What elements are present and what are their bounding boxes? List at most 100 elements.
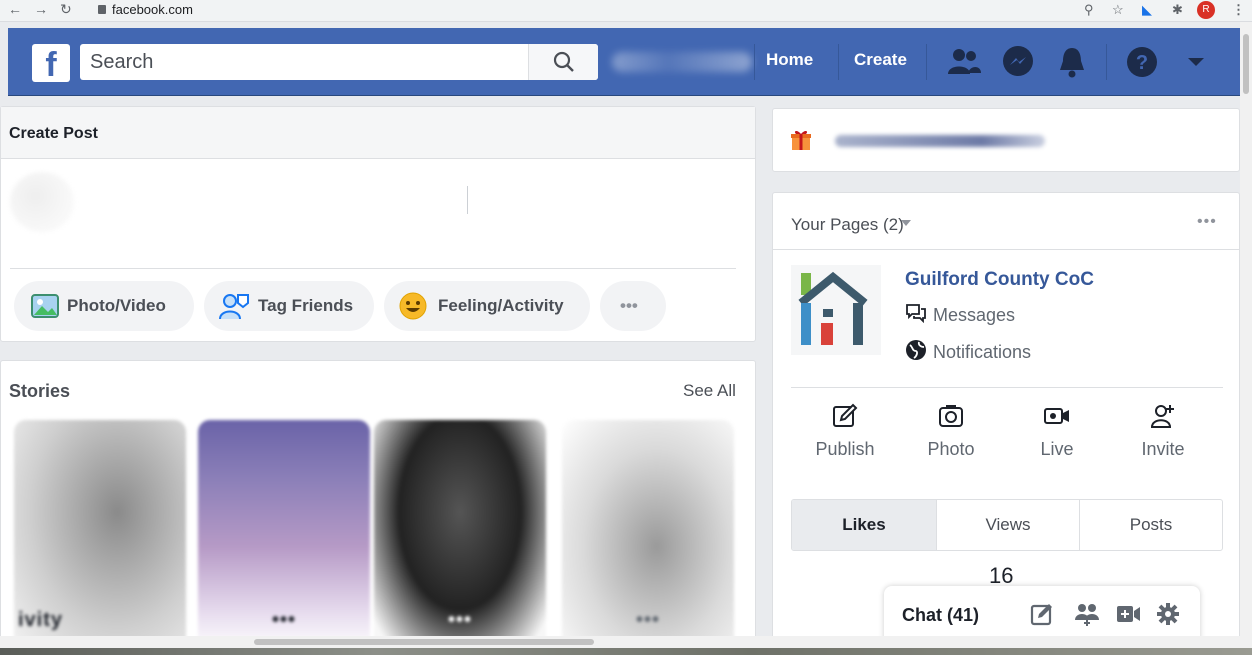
live-button[interactable]: Live	[1007, 403, 1107, 460]
see-all-link[interactable]: See All	[683, 381, 736, 401]
invite-button[interactable]: Invite	[1113, 403, 1213, 460]
vertical-scrollbar[interactable]	[1240, 22, 1252, 648]
chevron-down-icon[interactable]	[901, 220, 911, 226]
desktop-background-strip	[0, 648, 1252, 655]
publish-button[interactable]: Publish	[795, 403, 895, 460]
story-more-icon[interactable]: •••	[374, 609, 546, 632]
story-card[interactable]: •••	[198, 420, 370, 650]
photo-button[interactable]: Photo	[901, 403, 1001, 460]
user-avatar	[10, 172, 74, 232]
tab-likes[interactable]: Likes	[792, 500, 936, 550]
video-call-icon[interactable]	[1116, 602, 1142, 626]
tag-friends-button[interactable]: Tag Friends	[204, 281, 374, 331]
composer-divider	[10, 268, 736, 269]
more-options-icon[interactable]: •••	[1197, 213, 1217, 231]
photo-icon	[31, 294, 59, 318]
live-video-icon	[1044, 408, 1069, 424]
divider	[773, 249, 1239, 250]
svg-text:?: ?	[1136, 52, 1148, 74]
messenger-icon[interactable]	[1000, 44, 1036, 80]
search-input[interactable]	[90, 48, 520, 76]
chat-label: Chat (41)	[902, 605, 980, 625]
new-message-icon[interactable]	[1030, 602, 1054, 626]
account-menu-icon[interactable]	[1184, 44, 1220, 80]
facebook-logo[interactable]: f	[32, 44, 70, 82]
page-logo[interactable]	[791, 265, 881, 355]
search-box	[80, 44, 598, 80]
feeling-activity-label: Feeling/Activity	[438, 296, 564, 315]
birthday-card[interactable]	[772, 108, 1240, 172]
gift-icon	[791, 130, 811, 150]
composer-input[interactable]	[467, 186, 468, 214]
search-icon	[553, 51, 574, 72]
publish-label: Publish	[815, 439, 875, 459]
forward-arrow-icon[interactable]: →	[34, 1, 48, 17]
lock-icon	[98, 5, 106, 14]
zoom-icon[interactable]: ⚲	[1084, 2, 1094, 18]
nav-divider	[1106, 44, 1107, 80]
page-notifications-link[interactable]: Notifications	[905, 339, 1031, 366]
friend-requests-icon[interactable]	[946, 44, 982, 80]
story-more-icon[interactable]: •••	[198, 609, 370, 632]
messages-label: Messages	[933, 305, 1016, 325]
stories-title: Stories	[9, 381, 71, 401]
nav-home-link[interactable]: Home	[766, 50, 813, 70]
insights-tabs: Likes Views Posts	[791, 499, 1223, 551]
notifications-bell-icon[interactable]	[1054, 44, 1090, 80]
story-card[interactable]: •••	[562, 420, 734, 650]
your-pages-card: Your Pages (2) ••• Guilford County CoC M…	[772, 192, 1240, 642]
profile-avatar[interactable]: R	[1197, 1, 1215, 19]
camera-icon	[939, 405, 963, 427]
extension-icon[interactable]: ◣	[1142, 2, 1152, 18]
story-label: ivity	[18, 609, 64, 631]
story-card[interactable]: •••	[374, 420, 546, 650]
divider	[791, 387, 1223, 388]
notifications-label: Notifications	[933, 342, 1032, 362]
tag-friends-icon	[219, 294, 249, 320]
photo-video-label: Photo/Video	[67, 296, 166, 315]
back-arrow-icon[interactable]: ←	[8, 1, 22, 17]
group-chat-icon[interactable]	[1074, 602, 1100, 626]
scrollbar-thumb[interactable]	[1243, 34, 1249, 94]
compose-icon	[833, 403, 858, 427]
address-bar[interactable]: facebook.com	[112, 2, 193, 17]
page-messages-link[interactable]: Messages	[905, 303, 1015, 328]
messages-icon	[906, 304, 926, 324]
feeling-activity-button[interactable]: Feeling/Activity	[384, 281, 590, 331]
facebook-top-bar: f Home Create ?	[8, 28, 1240, 96]
live-label: Live	[1040, 439, 1074, 459]
photo-video-button[interactable]: Photo/Video	[14, 281, 194, 331]
create-post-title: Create Post	[9, 125, 98, 142]
scrollbar-thumb[interactable]	[254, 639, 594, 645]
reload-icon[interactable]: ↻	[60, 1, 72, 18]
nav-create-link[interactable]: Create	[854, 50, 907, 70]
add-person-icon	[1150, 405, 1174, 428]
nav-divider	[838, 44, 839, 80]
browser-toolbar: ← → ↻ facebook.com ⚲ ☆ ◣ ✱ R ⋮	[0, 0, 1252, 22]
story-more-icon[interactable]: •••	[562, 609, 734, 632]
bookmark-star-icon[interactable]: ☆	[1112, 2, 1124, 18]
your-pages-title[interactable]: Your Pages (2)	[791, 215, 904, 235]
create-post-header: Create Post	[1, 107, 755, 159]
extensions-puzzle-icon[interactable]: ✱	[1172, 2, 1183, 18]
nav-divider	[754, 44, 755, 80]
birthday-text	[835, 135, 1045, 147]
more-options-button[interactable]: •••	[600, 281, 666, 331]
gear-icon[interactable]	[1156, 602, 1180, 626]
nav-divider	[926, 44, 927, 80]
tab-posts[interactable]: Posts	[1080, 500, 1222, 550]
photo-label: Photo	[927, 439, 975, 459]
tag-friends-label: Tag Friends	[258, 296, 354, 315]
tab-views[interactable]: Views	[937, 500, 1079, 550]
profile-name-link[interactable]	[612, 52, 752, 72]
horizontal-scrollbar[interactable]	[0, 636, 1240, 648]
invite-label: Invite	[1141, 439, 1185, 459]
help-icon[interactable]: ?	[1124, 44, 1160, 80]
globe-icon	[906, 340, 926, 360]
smiley-icon	[399, 292, 427, 320]
browser-menu-icon[interactable]: ⋮	[1232, 2, 1245, 18]
search-button[interactable]	[528, 44, 598, 80]
more-dots-icon: •••	[620, 296, 638, 315]
page-name-link[interactable]: Guilford County CoC	[905, 269, 1094, 291]
story-card[interactable]: ivity	[14, 420, 186, 650]
